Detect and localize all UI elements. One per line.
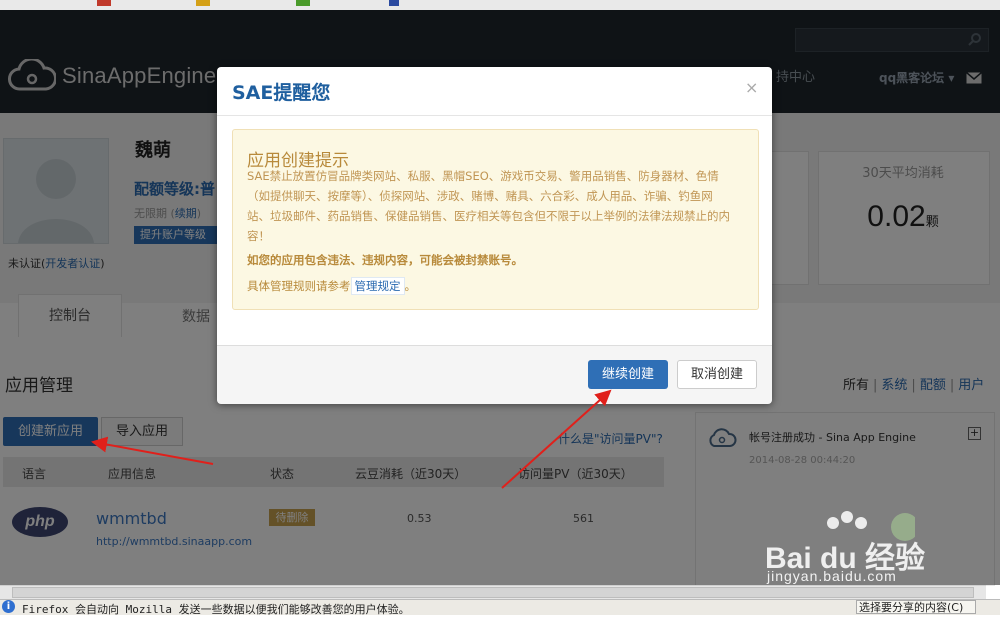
info-icon: i	[2, 600, 15, 613]
scrollbar-thumb[interactable]	[12, 587, 974, 598]
watermark-url: jingyan.baidu.com	[767, 568, 897, 584]
notification-message: Firefox 会自动向 Mozilla 发送一些数据以便我们能够改善您的用户体…	[22, 603, 410, 616]
arrow-to-create-button	[91, 436, 214, 465]
share-content-button[interactable]: 选择要分享的内容(C)	[856, 600, 976, 614]
arrow-to-continue-button	[501, 389, 612, 489]
